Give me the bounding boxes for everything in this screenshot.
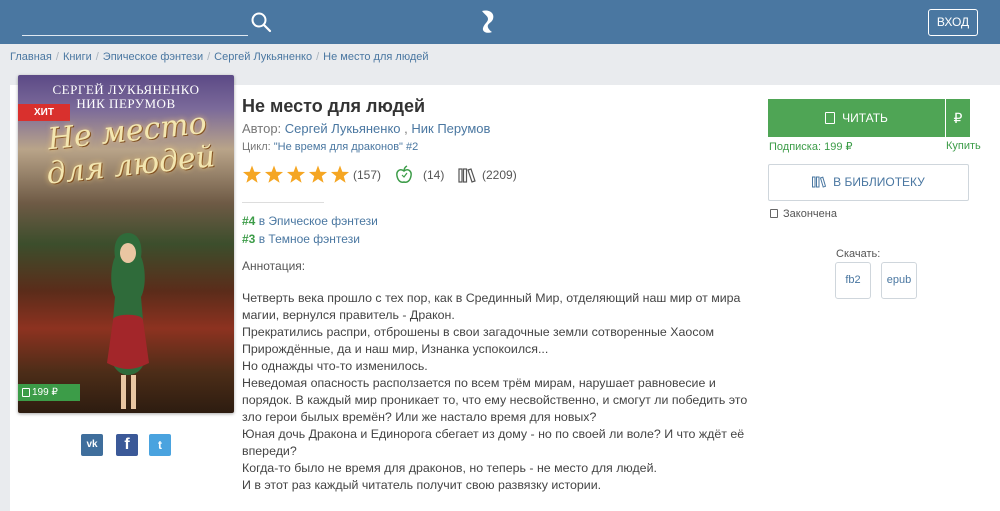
annotation-line: магии, вернулся правитель - Дракон. bbox=[242, 308, 455, 322]
facebook-share-icon[interactable]: f bbox=[116, 434, 138, 456]
rating-count: (157) bbox=[353, 168, 382, 182]
annotation-line: Юная дочь Дракона и Единорога сбегает из… bbox=[242, 427, 745, 441]
breadcrumb-separator: / bbox=[316, 51, 320, 63]
annotation-line: впереди? bbox=[242, 444, 297, 458]
book-icon bbox=[770, 209, 778, 218]
book-author: Автор: Сергей Лукьяненко , Ник Перумов bbox=[242, 121, 491, 136]
book-icon bbox=[22, 388, 30, 397]
read-button-label: ЧИТАТЬ bbox=[842, 111, 888, 125]
download-fb2-button[interactable]: fb2 bbox=[835, 262, 871, 299]
star-icon[interactable] bbox=[286, 165, 306, 183]
status-label: Закончена bbox=[783, 208, 837, 220]
author-prefix: Автор: bbox=[242, 121, 282, 136]
cover-price-value: 199 ₽ bbox=[32, 387, 58, 398]
breadcrumb: Главная / Книги / Эпическое фэнтези / Сергей Л… bbox=[10, 51, 429, 63]
book-title: Не место для людей bbox=[242, 96, 426, 116]
rank-genre: в Темное фэнтези bbox=[258, 232, 360, 246]
breadcrumb-separator: / bbox=[207, 51, 211, 63]
star-icon[interactable] bbox=[242, 165, 262, 183]
download-label: Скачать: bbox=[836, 248, 881, 260]
read-button[interactable]: ЧИТАТЬ bbox=[768, 99, 945, 137]
annotation-line: Неведомая опасность расползается по всем… bbox=[242, 376, 716, 390]
library-books-icon bbox=[812, 176, 827, 188]
annotation-line: порядок. В каждый мир проникает то, что … bbox=[242, 393, 748, 407]
breadcrumb-author[interactable]: Сергей Лукьяненко bbox=[214, 51, 312, 63]
apple-icon[interactable] bbox=[394, 165, 414, 185]
vk-share-icon[interactable]: vk bbox=[81, 434, 103, 456]
genre-rank[interactable]: #4 в Эпическое фэнтези bbox=[242, 214, 378, 228]
login-button[interactable]: ВХОД bbox=[928, 9, 978, 36]
author-link[interactable]: Ник Перумов bbox=[411, 121, 490, 136]
buy-button[interactable]: ₽ bbox=[946, 99, 970, 137]
author-link[interactable]: Сергей Лукьяненко bbox=[285, 121, 401, 136]
add-to-library-button[interactable]: В БИБЛИОТЕКУ bbox=[768, 164, 969, 201]
annotation-line: Прирождённые, да и наш мир, Изнанка успо… bbox=[242, 342, 549, 356]
library-books-icon[interactable] bbox=[458, 167, 476, 183]
annotation-line: Когда-то было не время для драконов, но … bbox=[242, 461, 657, 475]
search-icon[interactable] bbox=[250, 11, 272, 33]
search-input[interactable] bbox=[22, 8, 248, 36]
breadcrumb-separator: / bbox=[55, 51, 59, 63]
annotation-text: Четверть века прошло с тех пор, как в Ср… bbox=[242, 290, 762, 494]
star-icon[interactable] bbox=[330, 165, 350, 183]
star-icon[interactable] bbox=[308, 165, 328, 183]
book-status: Закончена bbox=[770, 208, 837, 220]
subscription-price[interactable]: Подписка: 199 ₽ bbox=[769, 140, 853, 153]
rating-stars[interactable] bbox=[242, 165, 350, 185]
rank-position: #3 bbox=[242, 232, 256, 246]
breadcrumb-separator: / bbox=[95, 51, 99, 63]
breadcrumb-home[interactable]: Главная bbox=[10, 51, 52, 63]
download-epub-button[interactable]: epub bbox=[881, 262, 917, 299]
rank-genre: в Эпическое фэнтези bbox=[258, 214, 378, 228]
annotation-line: зло герои былых времён? Или же настало в… bbox=[242, 410, 597, 424]
site-logo-icon[interactable] bbox=[477, 9, 499, 35]
breadcrumb-books[interactable]: Книги bbox=[63, 51, 92, 63]
star-icon[interactable] bbox=[264, 165, 284, 183]
cover-price-badge: 199 ₽ bbox=[18, 384, 80, 401]
breadcrumb-genre[interactable]: Эпическое фэнтези bbox=[103, 51, 203, 63]
annotation-line: Четверть века прошло с тех пор, как в Ср… bbox=[242, 291, 741, 305]
annotation-line: Прекратились распри, отброшены в свои за… bbox=[242, 325, 715, 339]
library-count: (2209) bbox=[482, 168, 517, 182]
annotation-label: Аннотация: bbox=[242, 259, 306, 273]
top-header: ВХОД bbox=[0, 0, 1000, 44]
book-cycle: Цикл: "Не время для драконов" #2 bbox=[242, 141, 418, 153]
annotation-line: Но однажды что-то изменилось. bbox=[242, 359, 428, 373]
cycle-prefix: Цикл: bbox=[242, 141, 271, 153]
cover-hit-badge: ХИТ bbox=[18, 104, 70, 121]
annotation-line: И в этот раз каждый читатель получит сво… bbox=[242, 478, 602, 492]
breadcrumb-current[interactable]: Не место для людей bbox=[323, 51, 428, 63]
buy-link[interactable]: Купить bbox=[946, 140, 981, 152]
cover-author-1: СЕРГЕЙ ЛУКЬЯНЕНКО bbox=[52, 82, 200, 97]
cover-illustration bbox=[107, 233, 149, 409]
likes-count: (14) bbox=[423, 168, 445, 182]
library-button-label: В БИБЛИОТЕКУ bbox=[833, 175, 925, 189]
divider bbox=[242, 202, 324, 203]
book-icon bbox=[825, 112, 836, 124]
search-bar bbox=[22, 8, 272, 36]
book-cover[interactable]: СЕРГЕЙ ЛУКЬЯНЕНКО НИК ПЕРУМОВ ХИТ Не мес… bbox=[18, 75, 234, 413]
twitter-share-icon[interactable]: t bbox=[149, 434, 171, 456]
rank-position: #4 bbox=[242, 214, 256, 228]
cycle-link[interactable]: "Не время для драконов" #2 bbox=[274, 141, 418, 153]
genre-rank[interactable]: #3 в Темное фэнтези bbox=[242, 232, 360, 246]
